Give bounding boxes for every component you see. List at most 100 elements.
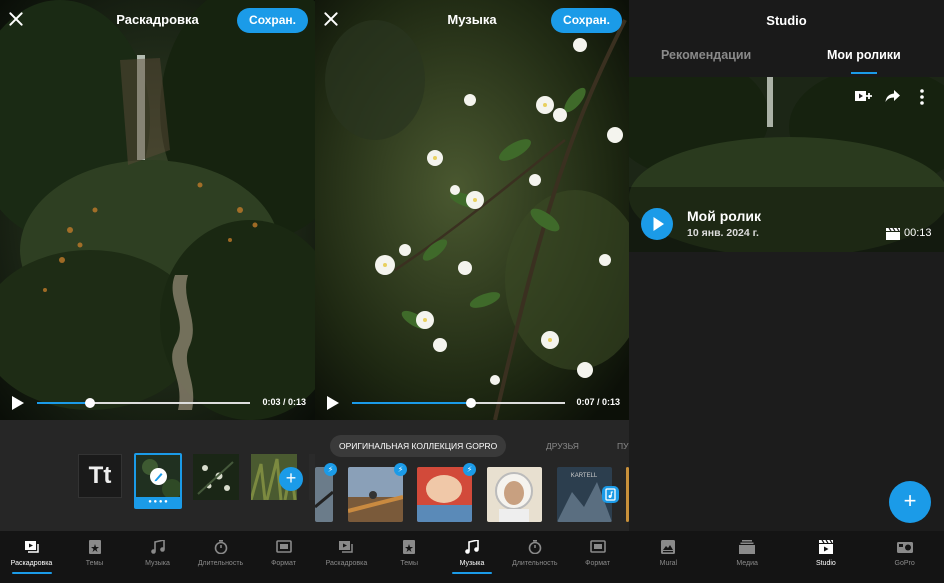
play-button[interactable] — [641, 208, 673, 240]
themes-icon — [88, 540, 101, 554]
nav-media[interactable]: Медиа — [708, 531, 787, 583]
time-readout: 0:03 / 0:13 — [262, 397, 306, 407]
video-date: 10 янв. 2024 г. — [687, 227, 759, 239]
nav-label: Раскадровка — [10, 560, 53, 567]
storyboard-panel: Раскадровка Сохран. 0:03 / 0:13 Tt ● ● ●… — [0, 0, 315, 583]
video-preview[interactable] — [0, 0, 315, 420]
nav-label: GoPro — [894, 560, 915, 567]
video-duration: 00:13 — [904, 227, 932, 239]
nav-label: Темы — [400, 560, 418, 567]
page-title: Studio — [766, 13, 807, 28]
editor-nav: Раскадровка Темы Музыка Длительность Фор… — [0, 531, 315, 583]
create-video-button[interactable]: + — [889, 481, 931, 523]
nav-label: Темы — [85, 560, 104, 567]
music-note-icon — [465, 540, 479, 554]
nav-music[interactable]: Музыка — [441, 531, 504, 583]
nav-label: Длительность — [512, 560, 558, 567]
nav-themes[interactable]: Темы — [63, 531, 126, 583]
more-options-icon[interactable] — [919, 89, 925, 110]
playback-bar: 0:07 / 0:13 — [315, 392, 629, 414]
play-icon[interactable] — [327, 396, 339, 410]
nav-format[interactable]: Формат — [566, 531, 629, 583]
nav-label: Mural — [659, 560, 678, 567]
bolt-icon: ⚡ — [394, 463, 407, 476]
gopro-camera-icon — [896, 542, 913, 553]
screen: Раскадровка Сохран. 0:03 / 0:13 Tt ● ● ●… — [0, 0, 944, 583]
save-button[interactable]: Сохран. — [551, 8, 622, 33]
seek-track[interactable] — [352, 398, 565, 408]
media-icon — [739, 540, 756, 554]
format-icon — [589, 540, 606, 553]
format-icon — [275, 540, 292, 553]
storyboard-topbar: Раскадровка Сохран. — [0, 0, 315, 40]
music-thumbnail[interactable] — [348, 467, 403, 522]
seek-progress — [37, 402, 91, 404]
forest-waterfall-image — [0, 0, 315, 420]
share-icon[interactable] — [885, 89, 901, 108]
nav-label: Формат — [585, 560, 611, 567]
nav-gopro[interactable]: GoPro — [865, 531, 944, 583]
seek-progress — [352, 402, 472, 404]
video-preview[interactable] — [315, 0, 629, 420]
music-thumbnail[interactable] — [487, 467, 542, 522]
clip-thumbnail[interactable] — [193, 454, 239, 500]
nav-storyboard[interactable]: Раскадровка — [315, 531, 378, 583]
video-card[interactable]: Мой ролик 10 янв. 2024 г. 00:13 — [629, 77, 944, 252]
add-to-video-icon[interactable] — [855, 90, 873, 109]
stopwatch-icon — [214, 540, 227, 554]
music-note-icon — [150, 540, 165, 554]
seek-knob[interactable] — [85, 398, 96, 408]
seek-track[interactable] — [37, 398, 250, 408]
nav-duration[interactable]: Длительность — [503, 531, 566, 583]
music-thumbnail[interactable] — [417, 467, 472, 522]
nav-label: Музыка — [459, 560, 485, 567]
nav-storyboard[interactable]: Раскадровка — [0, 531, 63, 583]
active-tab-indicator — [851, 72, 877, 74]
music-library-icon[interactable] — [602, 486, 619, 503]
edit-icon[interactable] — [150, 468, 167, 485]
nav-music[interactable]: Музыка — [126, 531, 189, 583]
add-clip-button[interactable]: + — [279, 467, 303, 491]
seek-knob[interactable] — [466, 398, 477, 408]
play-icon[interactable] — [12, 396, 24, 410]
collection-chip-gopro[interactable]: ОРИГИНАЛЬНАЯ КОЛЛЕКЦИЯ GOPRO — [330, 435, 507, 457]
nav-label: Медиа — [736, 560, 758, 567]
stopwatch-icon — [528, 540, 542, 554]
themes-icon — [403, 540, 416, 554]
collection-chip-friends[interactable]: ДРУЗЬЯ — [546, 441, 579, 451]
nav-label: Длительность — [197, 560, 244, 567]
tab-recommendations[interactable]: Рекомендации — [661, 48, 751, 62]
music-topbar: Музыка Сохран. — [315, 0, 629, 40]
music-library: ОРИГИНАЛЬНАЯ КОЛЛЕКЦИЯ GOPRO ДРУЗЬЯ ПУ ⚡… — [315, 420, 629, 531]
music-panel: Музыка Сохран. 0:07 / 0:13 ОРИГИНАЛЬНАЯ … — [315, 0, 629, 583]
nav-label: Формат — [271, 560, 296, 567]
nav-label: Раскадровка — [325, 560, 368, 567]
studio-panel: Studio Рекомендации Мои ролики Мой ролик… — [629, 0, 944, 583]
editor-nav: Раскадровка Темы Музыка Длительность Фор… — [315, 531, 629, 583]
nav-studio[interactable]: Studio — [787, 531, 866, 583]
video-title: Мой ролик — [687, 208, 761, 224]
nav-label: Studio — [815, 560, 836, 567]
storyboard-icon — [339, 541, 354, 553]
nav-mural[interactable]: Mural — [629, 531, 708, 583]
nav-format[interactable]: Формат — [252, 531, 315, 583]
bolt-icon: ⚡ — [463, 463, 476, 476]
nav-duration[interactable]: Длительность — [189, 531, 252, 583]
time-readout: 0:07 / 0:13 — [576, 397, 620, 407]
nav-themes[interactable]: Темы — [378, 531, 441, 583]
save-button[interactable]: Сохран. — [237, 8, 308, 33]
title-clip[interactable]: Tt — [78, 454, 122, 498]
clapperboard-icon — [886, 227, 900, 245]
clip-selection-bar: ● ● ● ● — [136, 497, 180, 507]
app-nav: Mural Медиа Studio GoPro — [629, 531, 944, 583]
tab-my-videos[interactable]: Мои ролики — [827, 48, 901, 62]
bolt-icon: ⚡ — [324, 463, 337, 476]
svg-text:KARTELL: KARTELL — [571, 473, 598, 479]
nav-label: Музыка — [145, 560, 170, 567]
playback-bar: 0:03 / 0:13 — [0, 392, 315, 414]
selected-clip[interactable]: ● ● ● ● — [134, 453, 182, 509]
collection-chip-next[interactable]: ПУ — [617, 441, 629, 451]
mural-icon — [661, 540, 676, 554]
studio-tabs: Рекомендации Мои ролики — [629, 48, 944, 74]
jasmine-flowers-image — [315, 0, 629, 420]
